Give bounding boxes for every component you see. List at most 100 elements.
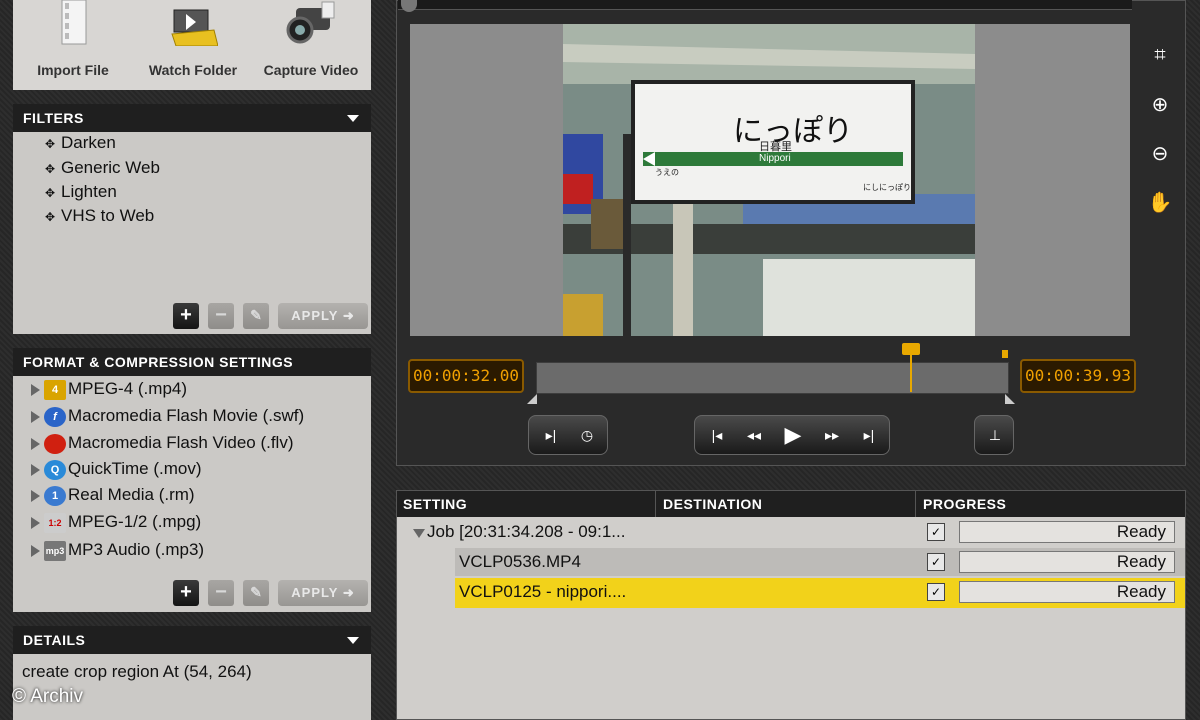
flash-movie-icon: f — [44, 406, 66, 427]
out-time-display[interactable]: 00:00:39.93 — [1020, 359, 1136, 393]
go-to-end-icon[interactable]: ▸| — [851, 416, 887, 454]
out-point-handle[interactable] — [1005, 394, 1015, 404]
expand-arrow-icon[interactable] — [31, 383, 40, 396]
filter-item[interactable]: ✥ Lighten — [45, 182, 117, 202]
filter-item[interactable]: ✥ VHS to Web — [45, 206, 154, 226]
in-point-handle[interactable] — [527, 394, 537, 404]
job-row[interactable]: Job [20:31:34.208 - 09:1... ✓ Ready — [397, 518, 1185, 548]
format-button-row: + − ✎ APPLY ➜ — [173, 580, 369, 608]
remove-format-button[interactable]: − — [208, 580, 234, 606]
mpeg4-icon: 4 — [44, 379, 66, 400]
step-back-icon[interactable]: ◂◂ — [735, 416, 773, 454]
expand-arrow-icon[interactable] — [31, 463, 40, 476]
filters-title: FILTERS — [23, 110, 84, 126]
format-item[interactable]: f Macromedia Flash Movie (.swf) — [31, 406, 304, 427]
file-name: VCLP0125 - nippori.... — [459, 582, 627, 601]
filter-icon: ✥ — [45, 186, 56, 200]
setting-column-header[interactable]: SETTING — [403, 496, 467, 512]
out-marker[interactable] — [1002, 350, 1008, 358]
add-filter-button[interactable]: + — [173, 303, 199, 329]
filters-header[interactable]: FILTERS — [13, 104, 371, 132]
clock-icon[interactable]: ◷ — [569, 416, 605, 454]
row-checkbox[interactable]: ✓ — [927, 583, 945, 601]
watch-folder-label: Watch Folder — [148, 62, 238, 78]
expand-arrow-icon[interactable] — [31, 489, 40, 502]
expand-arrow-icon[interactable] — [31, 410, 40, 423]
format-header[interactable]: FORMAT & COMPRESSION SETTINGS — [13, 348, 371, 376]
filter-item[interactable]: ✥ Darken — [45, 133, 116, 153]
format-item[interactable]: Q QuickTime (.mov) — [31, 459, 202, 480]
edit-filter-button[interactable]: ✎ — [243, 303, 269, 329]
step-forward-icon[interactable]: ▸▸ — [813, 416, 851, 454]
format-item[interactable]: 1 Real Media (.rm) — [31, 485, 195, 506]
go-to-start-icon[interactable]: |◂ — [699, 416, 735, 454]
row-progress: Ready — [959, 551, 1175, 573]
queue-row-selected[interactable]: VCLP0125 - nippori.... ✓ Ready — [397, 578, 1185, 608]
import-file-label: Import File — [37, 62, 109, 78]
import-toolbar: Import File Watch Folder Capture Video — [13, 0, 371, 90]
filters-panel: FILTERS ✥ Darken ✥ Generic Web ✥ Lighten ✥ V… — [13, 104, 371, 334]
destination-column-header[interactable]: DESTINATION — [663, 496, 762, 512]
mp3-icon: mp3 — [44, 540, 66, 561]
details-text: create crop region At (54, 264) — [22, 662, 252, 681]
watch-folder-icon — [171, 9, 218, 46]
sign-left: うえの — [655, 168, 679, 177]
file-name: VCLP0536.MP4 — [459, 552, 581, 571]
format-item[interactable]: Macromedia Flash Video (.flv) — [31, 433, 294, 454]
format-panel: FORMAT & COMPRESSION SETTINGS 4 MPEG-4 (.… — [13, 348, 371, 612]
expand-arrow-icon[interactable] — [31, 516, 40, 529]
remove-filter-button[interactable]: − — [208, 303, 234, 329]
row-progress: Ready — [959, 581, 1175, 603]
column-divider[interactable] — [915, 491, 916, 517]
capture-video-label: Capture Video — [263, 62, 359, 78]
job-progress: Ready — [959, 521, 1175, 543]
queue-header: SETTING DESTINATION PROGRESS — [397, 491, 1185, 517]
split-icon[interactable]: ⊥ — [977, 416, 1013, 454]
expand-arrow-icon[interactable] — [413, 529, 425, 538]
expand-arrow-icon[interactable] — [31, 437, 40, 450]
add-format-button[interactable]: + — [173, 580, 199, 606]
apply-filter-button[interactable]: APPLY ➜ — [278, 303, 368, 329]
transport-controls: |◂ ◂◂ ▶ ▸▸ ▸| — [694, 415, 890, 455]
apply-format-button[interactable]: APPLY ➜ — [278, 580, 368, 606]
set-in-point-icon[interactable]: ▸| — [533, 416, 569, 454]
sign-kanji: 日暮里 — [759, 140, 792, 153]
edit-format-button[interactable]: ✎ — [243, 580, 269, 606]
play-icon[interactable]: ▶ — [773, 416, 813, 454]
format-item[interactable]: 1:2 MPEG-1/2 (.mpg) — [31, 512, 201, 533]
zoom-in-icon[interactable]: ⊕ — [1145, 90, 1175, 120]
hand-pan-icon[interactable]: ✋ — [1145, 188, 1175, 218]
sign-right: にしにっぽり — [863, 183, 911, 192]
expand-arrow-icon[interactable] — [31, 544, 40, 557]
queue-row[interactable]: VCLP0536.MP4 ✓ Ready — [397, 548, 1185, 578]
video-camera-icon — [286, 1, 335, 44]
crop-icon[interactable]: ⌗ — [1145, 40, 1175, 70]
filter-icon: ✥ — [45, 162, 56, 176]
filter-item[interactable]: ✥ Generic Web — [45, 158, 160, 178]
format-item[interactable]: 4 MPEG-4 (.mp4) — [31, 379, 187, 400]
format-title: FORMAT & COMPRESSION SETTINGS — [23, 354, 294, 370]
filter-icon: ✥ — [45, 210, 56, 224]
format-item[interactable]: mp3 MP3 Audio (.mp3) — [31, 540, 204, 561]
playhead-handle[interactable] — [902, 343, 920, 355]
filter-icon: ✥ — [45, 137, 56, 151]
marker-controls: ▸| ◷ — [528, 415, 608, 455]
details-title: DETAILS — [23, 632, 86, 648]
collapse-icon[interactable] — [347, 115, 359, 122]
row-checkbox[interactable]: ✓ — [927, 553, 945, 571]
flash-video-icon — [44, 433, 66, 454]
encode-queue: SETTING DESTINATION PROGRESS Job [20:31:… — [396, 490, 1186, 720]
job-checkbox[interactable]: ✓ — [927, 523, 945, 541]
import-file-icon — [61, 0, 87, 45]
details-header[interactable]: DETAILS — [13, 626, 371, 654]
timeline-track[interactable] — [536, 362, 1009, 394]
collapse-icon[interactable] — [347, 637, 359, 644]
mpeg12-icon: 1:2 — [44, 512, 66, 533]
in-time-display[interactable]: 00:00:32.00 — [408, 359, 524, 393]
video-frame[interactable]: にっぽり 日暮里 Nippori うえの にしにっぽり — [563, 24, 975, 336]
zoom-out-icon[interactable]: ⊖ — [1145, 139, 1175, 169]
preview-top-slider[interactable] — [398, 0, 1132, 10]
station-photo — [563, 24, 975, 336]
column-divider[interactable] — [655, 491, 656, 517]
progress-column-header[interactable]: PROGRESS — [923, 496, 1006, 512]
